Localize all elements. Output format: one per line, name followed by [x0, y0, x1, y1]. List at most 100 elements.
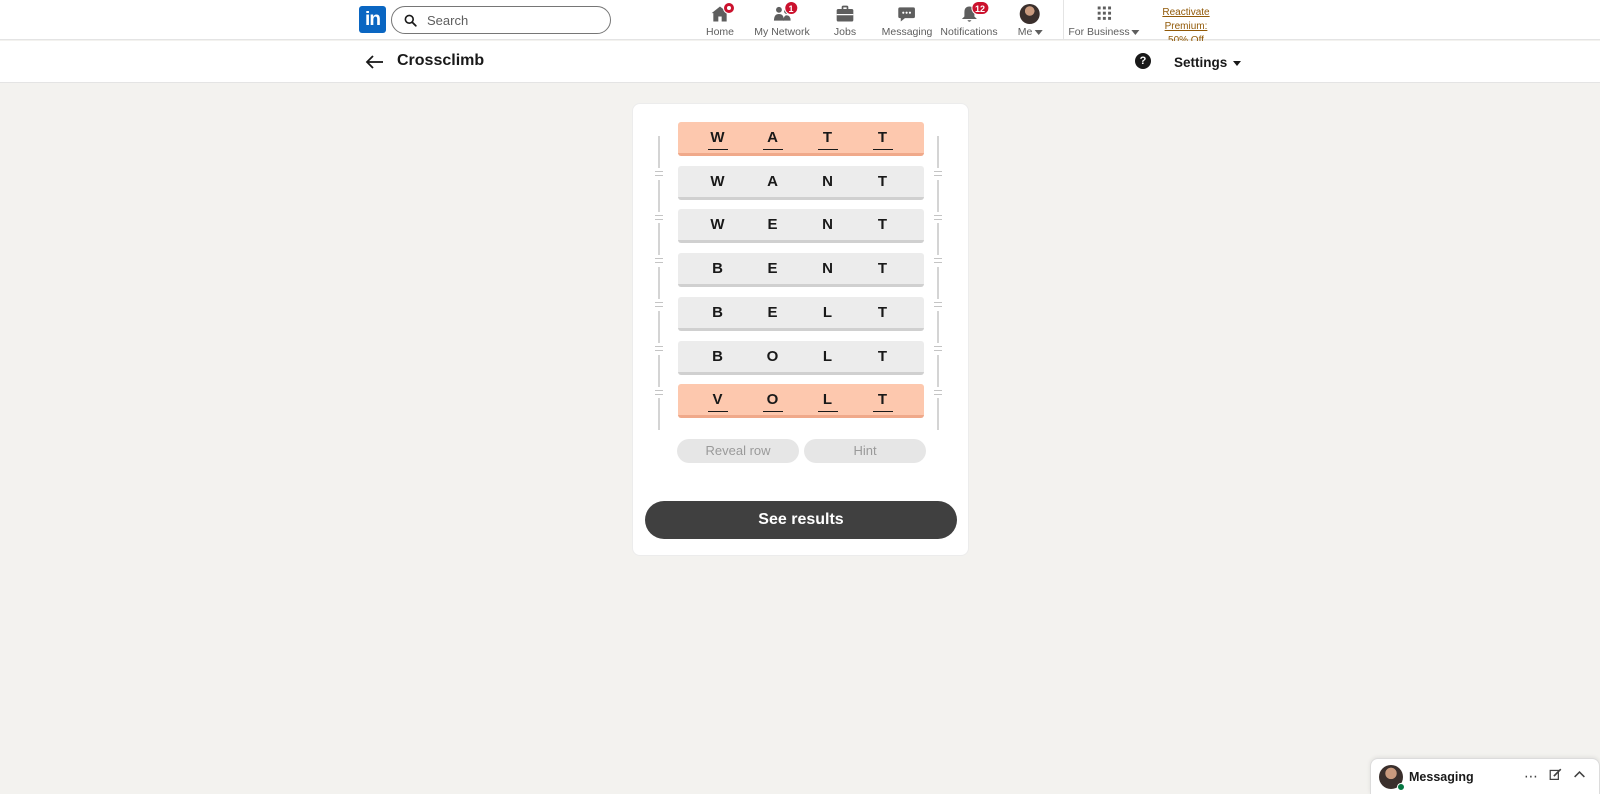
- letter-cell: O: [745, 391, 800, 408]
- briefcase-icon: [833, 4, 857, 24]
- letter-cell: T: [877, 260, 888, 278]
- nav-my-network[interactable]: 1 My Network: [754, 1, 810, 38]
- rail-segment: [937, 398, 939, 431]
- letter-cell: E: [767, 303, 778, 321]
- rail-segment: [658, 310, 660, 343]
- avatar: [1020, 4, 1040, 24]
- word-row[interactable]: WENT: [678, 209, 924, 244]
- nav-notifications[interactable]: 12 Notifications: [940, 1, 998, 38]
- nav-messaging[interactable]: Messaging: [881, 4, 933, 38]
- letter-cell: T: [855, 129, 910, 146]
- chevron-down-icon: [1131, 29, 1140, 35]
- nav-me[interactable]: Me: [1018, 4, 1043, 38]
- rail-segment: [658, 223, 660, 256]
- letter-cell: A: [767, 172, 778, 190]
- letter-cell: T: [800, 129, 855, 146]
- chevron-down-icon: [1034, 29, 1043, 35]
- help-icon[interactable]: ?: [1135, 53, 1151, 69]
- letter-cell: B: [712, 260, 723, 278]
- word-row[interactable]: BOLT: [678, 340, 924, 375]
- word-row[interactable]: BENT: [678, 253, 924, 288]
- letter-cell: L: [822, 303, 833, 321]
- letter-cell: T: [877, 303, 888, 321]
- nav-label: Notifications: [940, 26, 998, 38]
- reveal-row-button[interactable]: Reveal row: [677, 439, 799, 463]
- letter-cell: T: [855, 391, 910, 408]
- drag-handle-icon[interactable]: [934, 345, 942, 351]
- letter-cell: N: [822, 216, 833, 234]
- messaging-dock[interactable]: Messaging ⋯: [1370, 758, 1600, 794]
- home-notification-dot: [722, 2, 735, 14]
- rail-segment: [658, 354, 660, 387]
- drag-handle-icon[interactable]: [934, 302, 942, 308]
- nav-home[interactable]: Home: [705, 2, 735, 38]
- home-icon: [708, 2, 735, 24]
- nav-label: Me: [1017, 26, 1033, 38]
- bell-icon: 12: [957, 1, 990, 24]
- chat-icon: [895, 4, 919, 24]
- settings-dropdown[interactable]: Settings: [1174, 55, 1242, 70]
- nav-label: My Network: [754, 26, 810, 38]
- rail-segment: [937, 267, 939, 300]
- linkedin-logo[interactable]: in: [359, 6, 386, 33]
- nav-jobs[interactable]: Jobs: [833, 4, 857, 38]
- word-row[interactable]: BELT: [678, 296, 924, 331]
- letter-cell: A: [745, 129, 800, 146]
- network-badge: 1: [784, 1, 798, 15]
- search-icon: [404, 14, 417, 27]
- grid-icon: [1092, 4, 1116, 24]
- drag-handle-icon[interactable]: [655, 302, 663, 308]
- letter-cell: B: [712, 347, 723, 365]
- page-title: Crossclimb: [397, 52, 485, 69]
- see-results-button[interactable]: See results: [645, 501, 957, 539]
- nav-label: Home: [705, 26, 735, 38]
- drag-handle-icon[interactable]: [655, 171, 663, 176]
- letter-cell: V: [690, 391, 745, 408]
- hint-button[interactable]: Hint: [804, 439, 926, 463]
- drag-handle-icon[interactable]: [655, 389, 663, 395]
- online-status-dot: [1397, 783, 1405, 791]
- back-arrow-icon[interactable]: [364, 51, 386, 73]
- messaging-dock-label: Messaging: [1409, 770, 1474, 784]
- drag-handle-icon[interactable]: [934, 389, 942, 395]
- nav-label: Messaging: [881, 26, 933, 38]
- left-rail: [654, 132, 664, 431]
- letter-cell: T: [877, 172, 888, 190]
- chevron-up-icon[interactable]: [1571, 768, 1587, 784]
- drag-handle-icon[interactable]: [655, 345, 663, 351]
- rail-segment: [658, 398, 660, 431]
- drag-handle-icon[interactable]: [655, 258, 663, 264]
- letter-cell: B: [712, 303, 723, 321]
- global-nav: in Home 1 My Network Jobs Messaging: [0, 0, 1600, 46]
- letter-cell: O: [766, 347, 779, 365]
- game-header: Crossclimb ? Settings: [0, 41, 1600, 83]
- search-box[interactable]: [391, 6, 611, 34]
- letter-cell: W: [690, 129, 745, 146]
- rail-segment: [658, 136, 660, 168]
- nav-for-business[interactable]: For Business: [1068, 4, 1140, 38]
- letter-cell: W: [710, 216, 725, 234]
- notifications-badge: 12: [970, 1, 990, 15]
- letter-cell: W: [710, 172, 725, 190]
- rail-segment: [937, 310, 939, 343]
- more-options-icon[interactable]: ⋯: [1523, 768, 1539, 784]
- drag-handle-icon[interactable]: [934, 171, 942, 176]
- drag-handle-icon[interactable]: [934, 258, 942, 264]
- right-rail: [933, 132, 943, 431]
- rail-segment: [937, 179, 939, 212]
- compose-icon[interactable]: [1547, 768, 1563, 784]
- rail-segment: [658, 179, 660, 212]
- letter-cell: E: [767, 216, 778, 234]
- letter-cell: L: [822, 347, 833, 365]
- drag-handle-icon[interactable]: [655, 214, 663, 220]
- rail-segment: [937, 223, 939, 256]
- letter-cell: T: [877, 216, 888, 234]
- search-input[interactable]: [427, 12, 587, 28]
- chevron-down-icon: [1233, 60, 1242, 66]
- network-icon: 1: [770, 1, 798, 24]
- letter-cell: T: [877, 347, 888, 365]
- letter-cell: L: [800, 391, 855, 408]
- drag-handle-icon[interactable]: [934, 214, 942, 220]
- rail-segment: [937, 354, 939, 387]
- word-row[interactable]: WANT: [678, 165, 924, 200]
